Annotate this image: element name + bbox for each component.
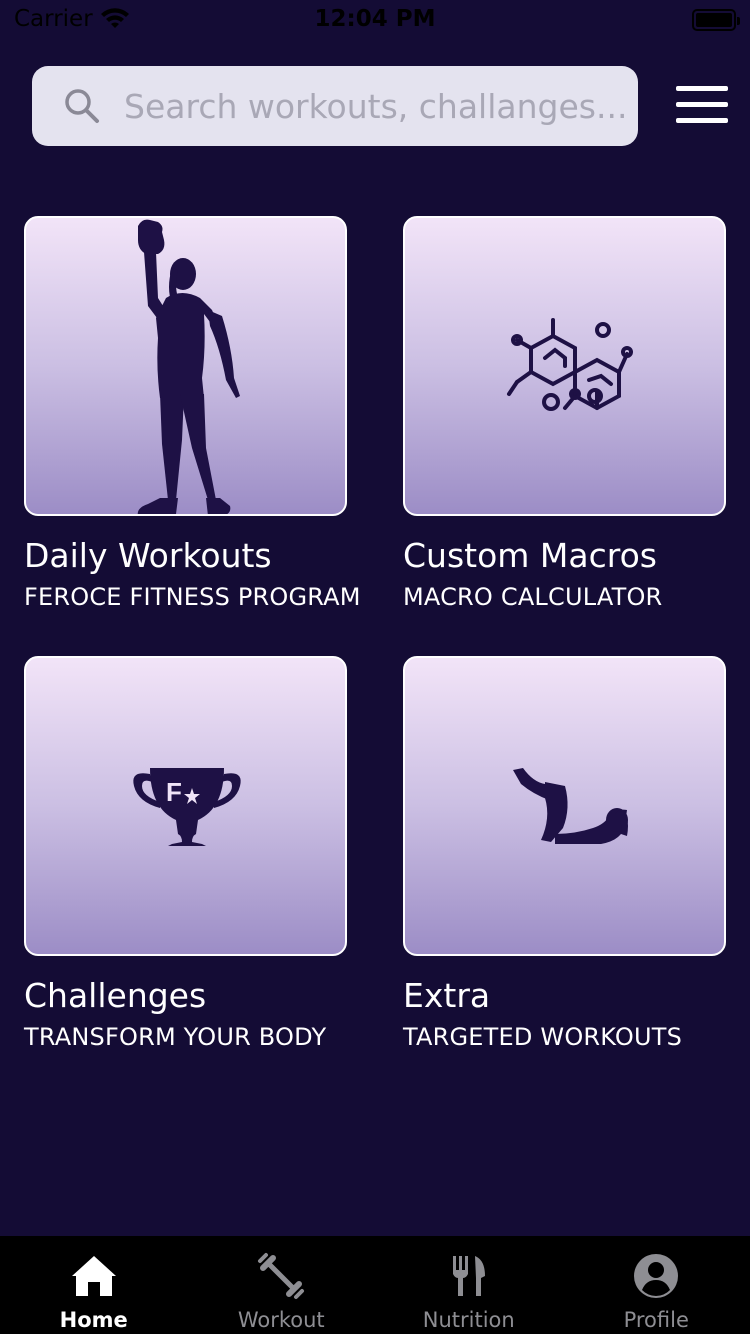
card-extra[interactable]: Extra TARGETED WORKOUTS <box>403 656 726 1051</box>
crunch-exercise-silhouette <box>513 768 628 844</box>
card-title: Daily Workouts <box>24 536 272 575</box>
custom-macros-tile[interactable] <box>403 216 726 516</box>
tab-bar: Home Workout Nutrition Profile <box>0 1236 750 1334</box>
card-subtitle: TRANSFORM YOUR BODY <box>24 1023 327 1051</box>
search-icon <box>65 89 99 123</box>
profile-icon <box>634 1254 679 1298</box>
tab-label: Nutrition <box>422 1308 515 1332</box>
card-title: Custom Macros <box>403 536 657 575</box>
menu-icon-line <box>676 102 728 107</box>
daily-workouts-tile[interactable] <box>24 216 347 516</box>
tab-label: Profile <box>623 1308 689 1332</box>
challenges-tile[interactable]: F <box>24 656 347 956</box>
tab-profile[interactable]: Profile <box>563 1236 750 1334</box>
trophy-icon: F <box>133 768 241 846</box>
card-subtitle: TARGETED WORKOUTS <box>403 1023 683 1051</box>
woman-kettlebell-silhouette <box>137 219 240 514</box>
fork-knife-icon <box>452 1256 485 1296</box>
clock: 12:04 PM <box>314 6 436 32</box>
card-challenges[interactable]: F Challenges TRANSFORM YOUR BODY <box>24 656 347 1051</box>
tab-workout[interactable]: Workout <box>188 1236 376 1334</box>
menu-button[interactable] <box>676 86 728 128</box>
home-icon <box>71 1256 116 1296</box>
card-daily-workouts[interactable]: Daily Workouts FEROCE FITNESS PROGRAM <box>24 216 361 611</box>
dumbbell-icon <box>258 1253 305 1299</box>
menu-icon-line <box>676 118 728 123</box>
card-title: Challenges <box>24 976 207 1015</box>
card-custom-macros[interactable]: Custom Macros MACRO CALCULATOR <box>403 216 726 611</box>
tab-nutrition[interactable]: Nutrition <box>375 1236 563 1334</box>
tab-label: Home <box>59 1308 128 1332</box>
card-subtitle: MACRO CALCULATOR <box>403 583 663 611</box>
molecule-icon <box>507 318 633 411</box>
battery-icon <box>692 9 740 31</box>
search-input[interactable] <box>124 66 624 146</box>
card-subtitle: FEROCE FITNESS PROGRAM <box>24 583 361 611</box>
extra-tile[interactable] <box>403 656 726 956</box>
tab-label: Workout <box>237 1308 325 1332</box>
card-title: Extra <box>403 976 491 1015</box>
svg-text:F: F <box>166 777 182 807</box>
status-bar: Carrier 12:04 PM <box>0 0 750 40</box>
menu-icon-line <box>676 86 728 91</box>
tab-home[interactable]: Home <box>0 1236 188 1334</box>
search-bar[interactable] <box>32 66 638 146</box>
